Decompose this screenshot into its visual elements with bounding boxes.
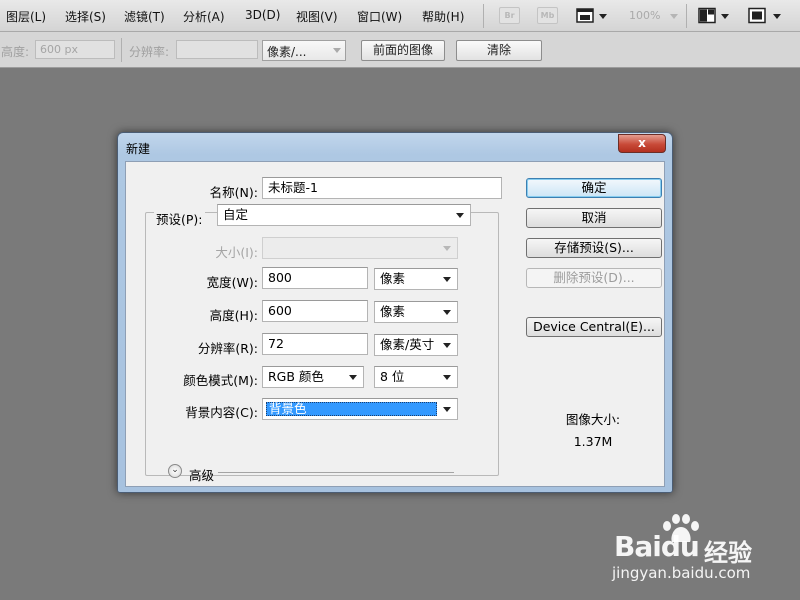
image-size-value: 1.37M: [573, 434, 613, 449]
height-unit-value: 像素: [380, 304, 406, 319]
size-select: [262, 237, 458, 259]
resolution-unit-value: 像素/英寸: [380, 337, 435, 352]
watermark-brand: Baidu: [614, 530, 700, 563]
chevron-down-icon: [443, 310, 451, 315]
height-input[interactable]: 600: [262, 300, 368, 322]
image-size-label: 图像大小:: [565, 412, 621, 427]
color-mode-label: 颜色模式(M):: [183, 373, 258, 388]
resolution-label: 分辨率(R):: [197, 341, 258, 356]
cancel-button[interactable]: 取消: [526, 208, 662, 228]
chevron-down-icon: [456, 213, 464, 218]
advanced-toggle-button[interactable]: ⌄: [168, 464, 182, 478]
width-label: 宽度(W):: [206, 275, 258, 290]
chevron-down-icon: [333, 48, 341, 53]
preset-label: 预设(P):: [154, 209, 205, 228]
menu-view[interactable]: 视图(V): [296, 8, 338, 25]
dialog-body: 名称(N): 未标题-1 预设(P): 自定 大小(I): 宽度(W): 800…: [125, 161, 665, 487]
menu-window[interactable]: 窗口(W): [357, 8, 402, 25]
chevron-down-icon[interactable]: [721, 14, 729, 19]
resolution-label: 分辨率:: [129, 45, 170, 59]
resolution-unit-value: 像素/...: [267, 45, 307, 59]
chevron-down-icon: [443, 343, 451, 348]
options-separator: [121, 38, 122, 62]
color-mode-select[interactable]: RGB 颜色: [262, 366, 364, 388]
background-value: 背景色: [266, 402, 437, 416]
preset-select[interactable]: 自定: [217, 204, 471, 226]
height-label: 高度:: [1, 45, 30, 59]
device-central-button[interactable]: Device Central(E)...: [526, 317, 662, 337]
width-input[interactable]: 800: [262, 267, 368, 289]
bridge-icon[interactable]: Br: [499, 7, 520, 24]
close-icon: x: [638, 136, 646, 150]
menu-separator: [483, 4, 484, 28]
bit-depth-select[interactable]: 8 位: [374, 366, 458, 388]
clear-button[interactable]: 清除: [456, 40, 542, 61]
chevron-down-icon: [443, 407, 451, 412]
bit-depth-value: 8 位: [380, 369, 405, 384]
options-bar: 高度: 600 px 分辨率: 像素/... 前面的图像 清除: [0, 32, 800, 68]
advanced-label[interactable]: 高级: [189, 465, 214, 484]
advanced-divider: [218, 472, 454, 473]
view-extras-icon[interactable]: [576, 7, 594, 24]
chevron-down-icon: [443, 277, 451, 282]
menu-select[interactable]: 选择(S): [65, 8, 106, 25]
resolution-input[interactable]: 72: [262, 333, 368, 355]
chevron-down-icon[interactable]: [599, 14, 607, 19]
preset-value: 自定: [223, 207, 249, 222]
menu-separator: [686, 4, 687, 28]
menu-layer[interactable]: 图层(L): [6, 8, 46, 25]
height-label: 高度(H):: [209, 308, 258, 323]
watermark-brand-cn: 经验: [704, 539, 752, 567]
chevron-down-icon: [443, 375, 451, 380]
height-unit-select[interactable]: 像素: [374, 301, 458, 323]
chevron-down-icon: [670, 14, 678, 19]
width-unit-value: 像素: [380, 271, 406, 286]
background-select[interactable]: 背景色: [262, 398, 458, 420]
watermark-url: jingyan.baidu.com: [612, 564, 751, 582]
menu-3d[interactable]: 3D(D): [245, 8, 280, 22]
dialog-title: 新建: [126, 142, 151, 156]
chevron-down-icon: [443, 246, 451, 251]
menu-bar: 图层(L) 选择(S) 滤镜(T) 分析(A) 3D(D) 视图(V) 窗口(W…: [0, 0, 800, 32]
name-label: 名称(N):: [209, 185, 258, 200]
ok-button[interactable]: 确定: [526, 178, 662, 198]
zoom-level[interactable]: 100%: [629, 9, 660, 22]
menu-analysis[interactable]: 分析(A): [183, 8, 225, 25]
chevron-down-icon: [349, 375, 357, 380]
new-document-dialog: 新建 x 名称(N): 未标题-1 预设(P): 自定 大小(I): 宽度(W)…: [117, 132, 673, 493]
width-unit-select[interactable]: 像素: [374, 268, 458, 290]
menu-filter[interactable]: 滤镜(T): [124, 8, 165, 25]
size-label: 大小(I):: [215, 245, 258, 260]
color-mode-value: RGB 颜色: [268, 369, 324, 384]
background-label: 背景内容(C):: [185, 405, 258, 420]
delete-preset-button: 删除预设(D)...: [526, 268, 662, 288]
chevron-down-icon[interactable]: [773, 14, 781, 19]
name-input[interactable]: 未标题-1: [262, 177, 502, 199]
close-button[interactable]: x: [618, 134, 666, 153]
front-image-button[interactable]: 前面的图像: [361, 40, 445, 61]
height-input[interactable]: 600 px: [35, 40, 115, 59]
resolution-input[interactable]: [176, 40, 258, 59]
menu-help[interactable]: 帮助(H): [422, 8, 464, 25]
arrange-documents-icon[interactable]: [698, 7, 716, 24]
mini-bridge-icon[interactable]: Mb: [537, 7, 558, 24]
resolution-unit-select[interactable]: 像素/英寸: [374, 334, 458, 356]
resolution-unit-select[interactable]: 像素/...: [262, 40, 346, 61]
screen-mode-icon[interactable]: [748, 7, 766, 24]
save-preset-button[interactable]: 存储预设(S)...: [526, 238, 662, 258]
chevron-down-icon: ⌄: [171, 465, 179, 475]
